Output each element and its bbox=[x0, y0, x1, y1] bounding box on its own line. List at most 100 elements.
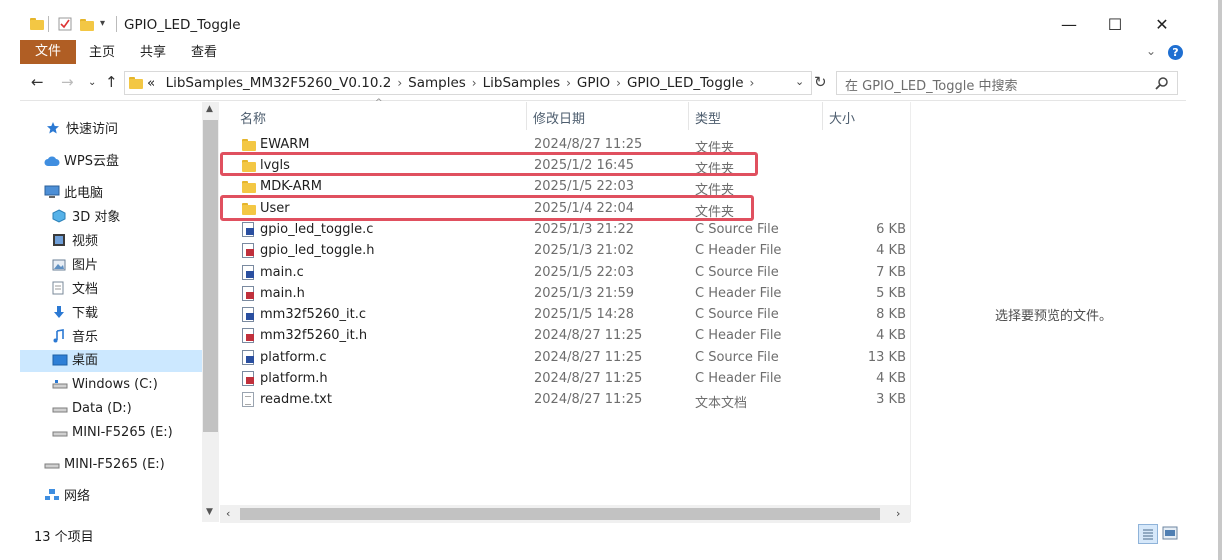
column-divider[interactable] bbox=[688, 102, 689, 130]
breadcrumb-item[interactable]: LibSamples bbox=[483, 75, 561, 91]
nav-item-pictures[interactable]: 图片 bbox=[52, 255, 98, 277]
network-icon bbox=[44, 488, 60, 502]
breadcrumb-item[interactable]: LibSamples_MM32F5260_V0.10.2 bbox=[166, 75, 392, 91]
highlight-box-user bbox=[220, 195, 754, 221]
nav-item-videos[interactable]: 视频 bbox=[52, 231, 98, 253]
window-title: GPIO_LED_Toggle bbox=[124, 17, 241, 33]
highlight-box-lvgls bbox=[220, 152, 758, 176]
nav-item-usb-drive-e[interactable]: MINI-F5265 (E:) bbox=[44, 454, 165, 476]
computer-icon bbox=[44, 185, 60, 199]
column-header-date[interactable]: 修改日期 bbox=[533, 108, 585, 127]
scroll-down-icon[interactable]: ▼ bbox=[206, 507, 213, 517]
column-header-size[interactable]: 大小 bbox=[829, 108, 855, 127]
tab-file[interactable]: 文件 bbox=[20, 40, 76, 64]
address-history-dropdown-icon[interactable]: ⌄ bbox=[795, 75, 804, 88]
recent-locations-icon[interactable]: ⌄ bbox=[88, 77, 96, 88]
preview-message: 选择要预览的文件。 bbox=[995, 309, 1113, 324]
close-button[interactable]: ✕ bbox=[1139, 10, 1185, 40]
up-button[interactable]: ↑ bbox=[105, 73, 118, 91]
quick-access-dropdown-icon[interactable]: ▾ bbox=[100, 18, 105, 29]
search-input[interactable]: 在 GPIO_LED_Toggle 中搜索 bbox=[836, 71, 1178, 95]
drive-icon bbox=[52, 400, 68, 414]
folder-icon bbox=[129, 77, 143, 89]
nav-scroll-thumb[interactable] bbox=[203, 120, 218, 432]
list-item[interactable]: mm32f5260_it.c 2025/1/5 14:28 C Source F… bbox=[220, 304, 910, 325]
tab-view[interactable]: 查看 bbox=[191, 42, 217, 64]
nav-item-this-pc[interactable]: 此电脑 bbox=[44, 183, 103, 205]
breadcrumb: « LibSamples_MM32F5260_V0.10.2 › Samples › L… bbox=[147, 75, 755, 91]
nav-item-3d-objects[interactable]: 3D 对象 bbox=[52, 207, 120, 229]
c-source-icon bbox=[242, 307, 254, 322]
scroll-right-icon[interactable]: › bbox=[896, 507, 900, 520]
horizontal-scrollbar[interactable]: ‹ › bbox=[220, 505, 910, 523]
c-header-icon bbox=[242, 243, 254, 258]
list-item[interactable]: gpio_led_toggle.c 2025/1/3 21:22 C Sourc… bbox=[220, 219, 910, 240]
nav-item-music[interactable]: 音乐 bbox=[52, 327, 98, 349]
forward-button[interactable]: → bbox=[61, 73, 74, 91]
tab-share[interactable]: 共享 bbox=[140, 42, 166, 64]
list-item[interactable]: MDK-ARM 2025/1/5 22:03 文件夹 bbox=[220, 176, 910, 198]
list-item[interactable]: main.c 2025/1/5 22:03 C Source File 7 KB bbox=[220, 262, 910, 283]
column-header-name[interactable]: 名称 bbox=[240, 108, 266, 127]
nav-item-desktop[interactable]: 桌面 bbox=[20, 350, 202, 372]
scroll-left-icon[interactable]: ‹ bbox=[226, 507, 230, 520]
nav-item-drive-d[interactable]: Data (D:) bbox=[52, 398, 132, 420]
nav-item-documents[interactable]: 文档 bbox=[52, 279, 98, 301]
nav-item-drive-c[interactable]: Windows (C:) bbox=[52, 374, 158, 396]
c-source-icon bbox=[242, 350, 254, 365]
c-source-icon bbox=[242, 222, 254, 237]
minimize-button[interactable]: — bbox=[1046, 10, 1092, 40]
properties-icon[interactable] bbox=[58, 17, 72, 31]
tab-home[interactable]: 主页 bbox=[89, 42, 115, 64]
nav-item-wps-cloud[interactable]: WPS云盘 bbox=[44, 151, 119, 173]
help-icon[interactable]: ? bbox=[1168, 45, 1183, 60]
c-source-icon bbox=[242, 265, 254, 280]
drive-icon bbox=[52, 424, 68, 438]
music-icon bbox=[52, 329, 68, 343]
new-folder-icon[interactable] bbox=[80, 19, 94, 31]
breadcrumb-item[interactable]: Samples bbox=[408, 75, 466, 91]
scroll-up-icon[interactable]: ▲ bbox=[206, 104, 213, 114]
usb-drive-icon bbox=[44, 456, 60, 470]
expand-ribbon-icon[interactable]: ⌄ bbox=[1146, 44, 1156, 58]
list-item[interactable]: platform.c 2024/8/27 11:25 C Source File… bbox=[220, 347, 910, 368]
nav-item-drive-e[interactable]: MINI-F5265 (E:) bbox=[52, 422, 173, 444]
nav-item-downloads[interactable]: 下载 bbox=[52, 303, 98, 325]
list-item[interactable]: readme.txt 2024/8/27 11:25 文本文档 3 KB bbox=[220, 389, 910, 411]
column-divider[interactable] bbox=[526, 102, 527, 130]
details-view-button[interactable] bbox=[1138, 524, 1158, 544]
address-bar[interactable]: « LibSamples_MM32F5260_V0.10.2 › Samples › L… bbox=[124, 71, 812, 95]
back-button[interactable]: ← bbox=[31, 73, 44, 91]
sort-ascending-icon: ^ bbox=[375, 98, 383, 108]
large-icons-view-button[interactable] bbox=[1162, 526, 1178, 540]
search-icon[interactable] bbox=[1155, 76, 1169, 90]
status-item-count: 13 个项目 bbox=[34, 530, 94, 545]
window-edge bbox=[1218, 0, 1222, 560]
divider bbox=[20, 100, 1186, 101]
list-item[interactable]: mm32f5260_it.h 2024/8/27 11:25 C Header … bbox=[220, 325, 910, 346]
video-icon bbox=[52, 233, 68, 247]
list-item[interactable]: platform.h 2024/8/27 11:25 C Header File… bbox=[220, 368, 910, 389]
breadcrumb-item[interactable]: GPIO_LED_Toggle bbox=[627, 75, 744, 91]
ribbon-tabs: 文件 主页 共享 查看 ⌄ ? bbox=[0, 40, 1222, 64]
desktop-icon bbox=[52, 352, 68, 366]
search-placeholder: 在 GPIO_LED_Toggle 中搜索 bbox=[845, 79, 1018, 94]
horizontal-scroll-thumb[interactable] bbox=[240, 508, 880, 520]
drive-icon bbox=[52, 376, 68, 390]
column-divider[interactable] bbox=[822, 102, 823, 130]
nav-item-network[interactable]: 网络 bbox=[44, 486, 90, 508]
list-item[interactable]: main.h 2025/1/3 21:59 C Header File 5 KB bbox=[220, 283, 910, 304]
breadcrumb-overflow[interactable]: « bbox=[147, 75, 155, 91]
nav-scrollbar[interactable]: ▲ ▼ bbox=[202, 102, 219, 522]
document-icon bbox=[52, 281, 68, 295]
folder-icon bbox=[242, 181, 256, 193]
download-icon bbox=[52, 305, 68, 319]
c-header-icon bbox=[242, 371, 254, 386]
refresh-icon[interactable]: ↻ bbox=[814, 73, 827, 91]
maximize-button[interactable]: ☐ bbox=[1092, 10, 1138, 40]
folder-icon bbox=[242, 139, 256, 151]
nav-item-quick-access[interactable]: 快速访问 bbox=[46, 119, 118, 141]
list-item[interactable]: gpio_led_toggle.h 2025/1/3 21:02 C Heade… bbox=[220, 240, 910, 261]
column-header-type[interactable]: 类型 bbox=[695, 108, 721, 127]
breadcrumb-item[interactable]: GPIO bbox=[577, 75, 610, 91]
